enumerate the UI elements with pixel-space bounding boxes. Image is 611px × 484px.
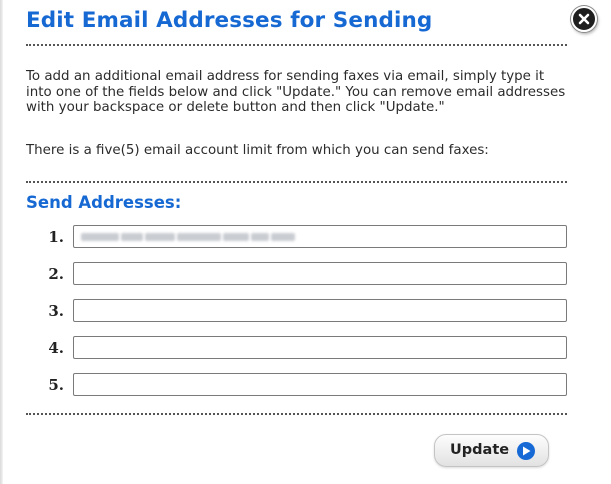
divider-top [26,44,567,46]
limit-text: There is a five(5) email account limit f… [26,143,489,158]
dialog-title: Edit Email Addresses for Sending [26,8,433,33]
update-button-label: Update [450,442,510,458]
close-button[interactable] [571,6,597,32]
address-number: 3. [48,302,64,320]
address-number: 1. [48,228,64,246]
address-row-4: 4. [40,336,570,359]
email-field-2[interactable] [73,262,567,285]
divider-bottom [26,413,567,415]
address-row-3: 3. [40,299,570,322]
send-addresses-heading: Send Addresses: [26,193,182,212]
email-field-5[interactable] [73,373,567,396]
update-button[interactable]: Update [434,434,549,467]
address-row-5: 5. [40,373,570,396]
email-field-1[interactable] [73,225,567,248]
address-row-2: 2. [40,262,570,285]
arrow-right-circle-icon [517,442,535,460]
address-number: 5. [48,376,64,394]
address-number: 4. [48,339,64,357]
address-number: 2. [48,265,64,283]
email-field-3[interactable] [73,299,567,322]
divider-middle [26,181,567,183]
close-icon [578,13,590,25]
edit-email-dialog: Edit Email Addresses for Sending To add … [0,0,611,484]
address-row-1: 1. [40,225,570,248]
dialog-edge [0,0,3,484]
email-field-4[interactable] [73,336,567,359]
intro-text: To add an additional email address for s… [26,69,566,115]
